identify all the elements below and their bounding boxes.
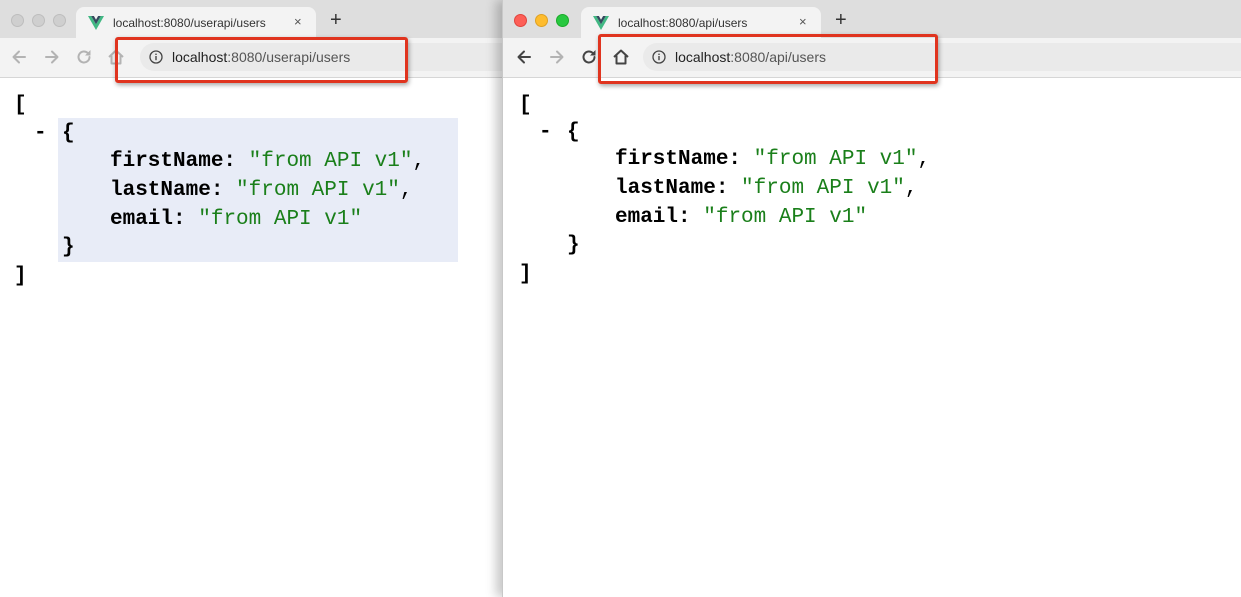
close-brace: } — [567, 234, 580, 257]
browser-window-right: localhost:8080/api/users × + localhost:8… — [502, 0, 1241, 597]
json-field-lastName: lastName: "from API v1", — [110, 179, 413, 202]
window-controls — [514, 14, 577, 32]
json-viewer: [ - { firstName: "from API v1", lastName… — [503, 78, 1241, 597]
close-bracket: ] — [14, 265, 27, 288]
zoom-window-button[interactable] — [53, 14, 66, 27]
minimize-window-button[interactable] — [32, 14, 45, 27]
vue-logo-icon — [593, 16, 609, 30]
tab-strip: localhost:8080/api/users × + — [503, 0, 1241, 38]
browser-window-left: localhost:8080/userapi/users × + localho… — [0, 0, 502, 597]
json-field-firstName: firstName: "from API v1", — [615, 148, 931, 171]
open-brace: { — [567, 121, 580, 144]
collapse-toggle[interactable]: - — [34, 122, 47, 145]
reload-icon[interactable] — [74, 47, 94, 67]
collapse-toggle[interactable]: - — [539, 121, 552, 144]
minimize-window-button[interactable] — [535, 14, 548, 27]
json-field-email: email: "from API v1" — [615, 206, 868, 229]
vue-logo-icon — [88, 16, 104, 30]
close-icon[interactable]: × — [294, 14, 302, 29]
close-window-button[interactable] — [514, 14, 527, 27]
json-field-firstName: firstName: "from API v1", — [110, 150, 426, 173]
json-field-lastName: lastName: "from API v1", — [615, 177, 918, 200]
back-arrow-icon[interactable] — [514, 47, 534, 67]
open-bracket: [ — [14, 94, 27, 117]
new-tab-icon[interactable]: + — [330, 10, 342, 30]
tab-title: localhost:8080/userapi/users — [113, 16, 266, 30]
highlight-box — [598, 34, 938, 84]
tab-active[interactable]: localhost:8080/userapi/users × — [76, 7, 316, 38]
close-icon[interactable]: × — [799, 14, 807, 29]
forward-arrow-icon[interactable] — [547, 47, 567, 67]
close-brace: } — [62, 236, 75, 259]
reload-icon[interactable] — [579, 47, 599, 67]
zoom-window-button[interactable] — [556, 14, 569, 27]
tab-title: localhost:8080/api/users — [618, 16, 748, 30]
back-arrow-icon[interactable] — [9, 47, 29, 67]
close-window-button[interactable] — [11, 14, 24, 27]
forward-arrow-icon[interactable] — [42, 47, 62, 67]
open-brace: { — [62, 122, 75, 145]
json-field-email: email: "from API v1" — [110, 208, 363, 231]
open-bracket: [ — [519, 94, 532, 117]
highlight-box — [115, 37, 408, 83]
json-viewer: [ - { firstName: "from API v1", lastName… — [0, 78, 502, 597]
new-tab-icon[interactable]: + — [835, 10, 847, 30]
window-controls — [11, 14, 74, 32]
close-bracket: ] — [519, 263, 532, 286]
tab-strip: localhost:8080/userapi/users × + — [0, 0, 502, 38]
